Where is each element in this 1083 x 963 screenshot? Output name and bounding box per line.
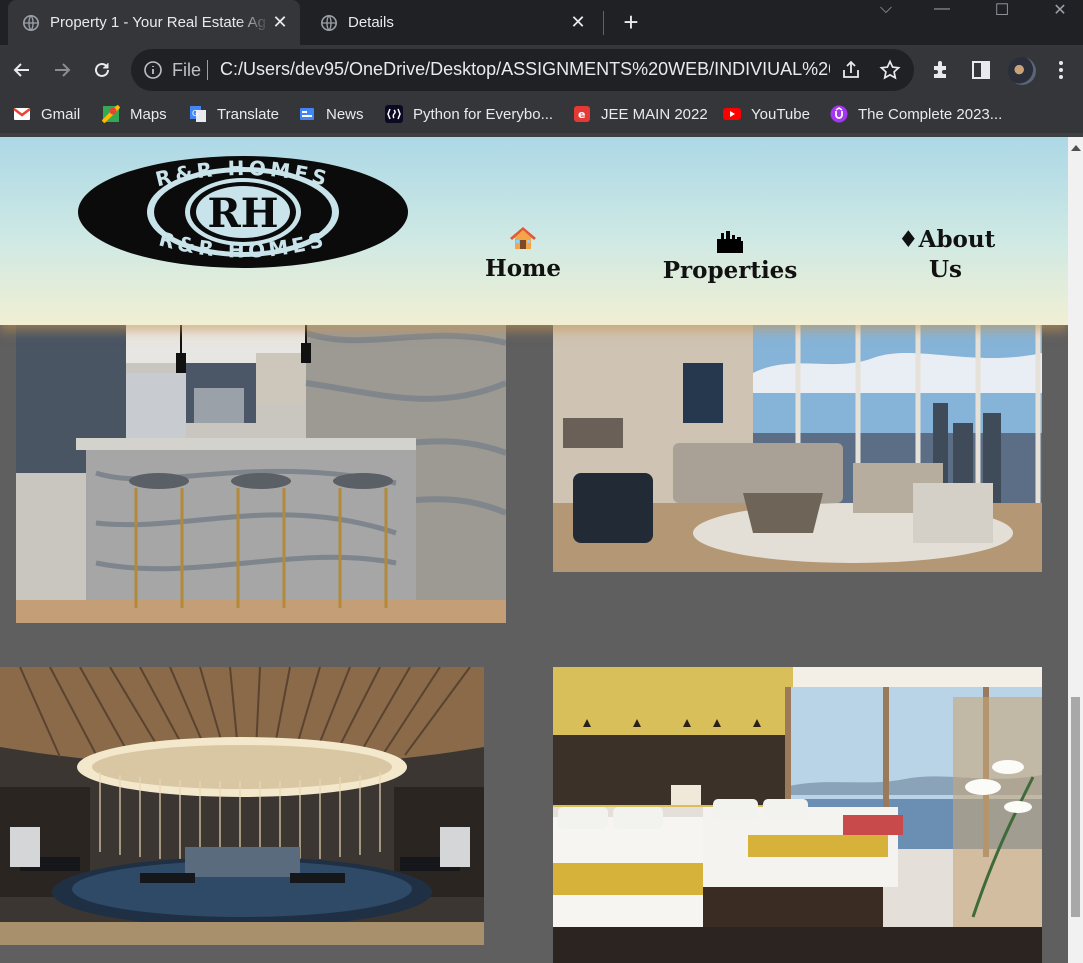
- bookmark-news[interactable]: News: [298, 95, 364, 133]
- logo-monogram: RH: [207, 190, 278, 237]
- rr-homes-logo[interactable]: RH R&R HOMES R&R HOMES: [76, 155, 410, 270]
- forward-button[interactable]: [46, 54, 78, 86]
- bookmark-label: JEE MAIN 2022: [601, 105, 708, 123]
- minimize-icon[interactable]: —: [922, 0, 962, 22]
- maps-icon: [102, 105, 120, 123]
- profile-avatar[interactable]: [1008, 57, 1036, 85]
- extensions-icon[interactable]: [930, 59, 952, 81]
- buildings-icon: [717, 231, 743, 253]
- photo-kitchen[interactable]: [16, 303, 506, 623]
- bookmark-translate[interactable]: G Translate: [189, 95, 279, 133]
- udemy-icon: [830, 105, 848, 123]
- bookmark-label: The Complete 2023...: [858, 105, 1003, 123]
- photo-living-room[interactable]: [553, 303, 1042, 572]
- scheme-label: File: [172, 60, 202, 80]
- kitchen-image: [16, 303, 506, 623]
- photo-gym[interactable]: [0, 667, 484, 945]
- nav-about-label-line2: Us: [928, 256, 962, 283]
- menu-kebab-icon[interactable]: [1052, 58, 1070, 82]
- browser-toolbar: File C:/Users/dev95/OneDrive/Desktop/ASS…: [0, 45, 1083, 95]
- omnibox-divider: [207, 60, 208, 80]
- bookmark-youtube[interactable]: YouTube: [723, 95, 810, 133]
- share-icon[interactable]: [840, 59, 862, 81]
- side-panel-icon[interactable]: [970, 59, 992, 81]
- maximize-icon[interactable]: ☐: [982, 0, 1022, 22]
- nav-home[interactable]: Home: [478, 225, 568, 282]
- gym-image: [0, 667, 484, 945]
- bookmark-label: YouTube: [751, 105, 810, 123]
- address-bar[interactable]: File C:/Users/dev95/OneDrive/Desktop/ASS…: [131, 49, 914, 91]
- window-close-icon[interactable]: ✕: [1040, 0, 1080, 22]
- jee-icon: e: [574, 106, 590, 122]
- photo-bedroom[interactable]: [553, 667, 1042, 963]
- new-tab-button[interactable]: +: [618, 8, 644, 36]
- info-icon[interactable]: [143, 60, 163, 80]
- bookmark-udemy[interactable]: The Complete 2023...: [830, 95, 1002, 133]
- svg-text:G: G: [192, 109, 198, 118]
- svg-text:e: e: [578, 108, 585, 121]
- tab-title: Property 1 - Your Real Estate Ag: [50, 14, 266, 31]
- news-icon: [300, 108, 314, 120]
- bookmarks-bar: Gmail Maps G Translate News Python for E…: [0, 95, 1083, 133]
- nav-about-us[interactable]: ♦About Us: [898, 225, 996, 285]
- bookmark-python[interactable]: Python for Everybo...: [385, 95, 553, 133]
- tab-divider: [603, 11, 604, 35]
- star-icon[interactable]: [879, 59, 901, 81]
- nav-properties-label: Properties: [662, 257, 798, 284]
- arrow-right-icon: [55, 63, 71, 77]
- living-room-image: [553, 303, 1042, 572]
- gmail-icon: [13, 108, 31, 120]
- close-icon[interactable]: ✕: [568, 12, 588, 33]
- page-viewport: RH R&R HOMES R&R HOMES Home Properties ♦…: [0, 137, 1068, 963]
- globe-icon: [320, 14, 338, 31]
- nav-properties[interactable]: Properties: [660, 229, 800, 284]
- scrollbar-thumb[interactable]: [1071, 697, 1080, 917]
- bedroom-image: [553, 667, 1042, 963]
- tab-title: Details: [348, 14, 394, 31]
- youtube-icon: [723, 108, 741, 120]
- reload-icon: [95, 62, 109, 77]
- nav-about-label-line1: ♦About: [898, 226, 996, 253]
- bookmark-label: Gmail: [41, 105, 81, 123]
- house-icon: [510, 227, 536, 249]
- bookmark-label: Maps: [130, 105, 167, 123]
- freecodecamp-icon: [385, 105, 403, 123]
- tab-strip: Property 1 - Your Real Estate Ag ✕ Detai…: [0, 0, 1083, 45]
- tab-details[interactable]: Details ✕: [306, 0, 598, 45]
- arrow-left-icon: [13, 63, 29, 77]
- globe-icon: [22, 14, 40, 31]
- bookmark-label: Python for Everybo...: [413, 105, 554, 123]
- bookmark-jee[interactable]: e JEE MAIN 2022: [573, 95, 708, 133]
- bookmark-label: Translate: [217, 105, 279, 123]
- bookmark-gmail[interactable]: Gmail: [13, 95, 80, 133]
- tab-property-1[interactable]: Property 1 - Your Real Estate Ag ✕: [8, 0, 300, 45]
- tab-search-icon[interactable]: ⌵: [866, 0, 906, 22]
- nav-home-label: Home: [484, 255, 562, 282]
- site-header: RH R&R HOMES R&R HOMES Home Properties ♦…: [0, 137, 1068, 325]
- scroll-up-arrow-icon[interactable]: [1071, 145, 1081, 151]
- translate-icon: G: [190, 106, 206, 122]
- bookmark-label: News: [326, 105, 364, 123]
- close-icon[interactable]: ✕: [270, 12, 290, 33]
- back-button[interactable]: [6, 54, 38, 86]
- url-text[interactable]: C:/Users/dev95/OneDrive/Desktop/ASSIGNME…: [220, 59, 830, 80]
- bookmark-maps[interactable]: Maps: [102, 95, 167, 133]
- reload-button[interactable]: [86, 54, 118, 86]
